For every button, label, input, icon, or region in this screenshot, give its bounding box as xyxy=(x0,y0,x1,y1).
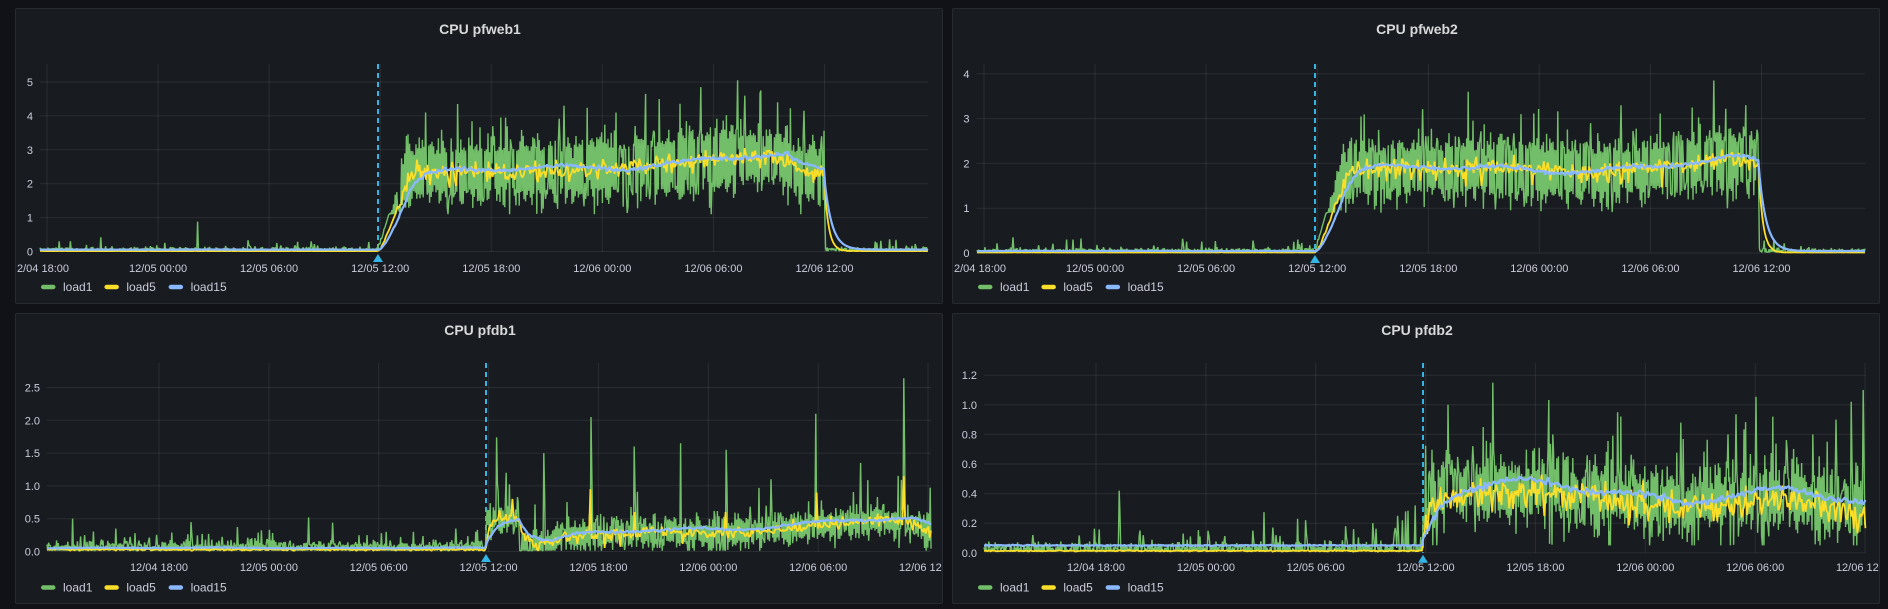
svg-text:load1: load1 xyxy=(1000,280,1030,294)
svg-text:CPU pfdb2: CPU pfdb2 xyxy=(1381,322,1453,338)
svg-text:12/06 00:00: 12/06 00:00 xyxy=(573,263,631,275)
svg-text:0.6: 0.6 xyxy=(962,459,977,471)
svg-text:2: 2 xyxy=(963,158,969,170)
svg-text:12/06 06:00: 12/06 06:00 xyxy=(1726,562,1784,574)
svg-text:12/06 12:00: 12/06 12:00 xyxy=(1836,562,1880,574)
svg-text:1.0: 1.0 xyxy=(962,400,977,412)
svg-text:load15: load15 xyxy=(1128,280,1164,294)
svg-text:0.2: 0.2 xyxy=(962,518,977,530)
svg-text:12/05 06:00: 12/05 06:00 xyxy=(1177,263,1235,275)
svg-text:12/05 12:00: 12/05 12:00 xyxy=(351,263,409,275)
svg-text:12/06 12:00: 12/06 12:00 xyxy=(795,263,853,275)
svg-text:12/05 18:00: 12/05 18:00 xyxy=(1399,263,1457,275)
svg-text:1.5: 1.5 xyxy=(25,448,40,460)
svg-text:0.0: 0.0 xyxy=(962,548,977,560)
svg-text:12/05 06:00: 12/05 06:00 xyxy=(1287,562,1345,574)
svg-text:1: 1 xyxy=(27,213,33,225)
svg-text:12/05 18:00: 12/05 18:00 xyxy=(569,562,627,574)
svg-text:12/06 12:00: 12/06 12:00 xyxy=(899,562,943,574)
svg-text:0.5: 0.5 xyxy=(25,514,40,526)
svg-text:load1: load1 xyxy=(63,581,93,595)
svg-text:12/05 06:00: 12/05 06:00 xyxy=(350,562,408,574)
svg-text:12/05 00:00: 12/05 00:00 xyxy=(1177,562,1235,574)
svg-text:CPU pfweb1: CPU pfweb1 xyxy=(439,21,521,37)
svg-text:2/04 18:00: 2/04 18:00 xyxy=(954,263,1006,275)
svg-text:load15: load15 xyxy=(191,280,227,294)
svg-text:12/05 18:00: 12/05 18:00 xyxy=(1506,562,1564,574)
svg-text:load5: load5 xyxy=(126,581,156,595)
svg-text:3: 3 xyxy=(963,114,969,126)
svg-text:load1: load1 xyxy=(63,280,93,294)
svg-text:12/05 12:00: 12/05 12:00 xyxy=(1397,562,1455,574)
svg-text:12/05 00:00: 12/05 00:00 xyxy=(1066,263,1124,275)
svg-text:12/06 06:00: 12/06 06:00 xyxy=(684,263,742,275)
svg-text:12/05 18:00: 12/05 18:00 xyxy=(462,263,520,275)
svg-text:12/06 00:00: 12/06 00:00 xyxy=(1616,562,1674,574)
svg-text:0.8: 0.8 xyxy=(962,429,977,441)
svg-text:12/06 12:00: 12/06 12:00 xyxy=(1732,263,1790,275)
svg-text:load5: load5 xyxy=(1063,280,1093,294)
svg-text:0: 0 xyxy=(27,247,33,259)
svg-text:12/06 00:00: 12/06 00:00 xyxy=(1510,263,1568,275)
svg-text:1.0: 1.0 xyxy=(25,481,40,493)
svg-text:0.0: 0.0 xyxy=(25,547,40,559)
svg-text:CPU pfweb2: CPU pfweb2 xyxy=(1376,21,1458,37)
svg-text:4: 4 xyxy=(963,69,969,81)
svg-text:12/06 06:00: 12/06 06:00 xyxy=(1621,263,1679,275)
svg-text:12/06 06:00: 12/06 06:00 xyxy=(789,562,847,574)
svg-text:12/05 06:00: 12/05 06:00 xyxy=(240,263,298,275)
svg-text:load1: load1 xyxy=(1000,581,1030,595)
svg-text:3: 3 xyxy=(27,145,33,157)
svg-text:2/04 18:00: 2/04 18:00 xyxy=(17,263,69,275)
svg-text:5: 5 xyxy=(27,77,33,89)
svg-text:12/05 12:00: 12/05 12:00 xyxy=(460,562,518,574)
svg-text:load15: load15 xyxy=(191,581,227,595)
svg-text:2: 2 xyxy=(27,179,33,191)
svg-text:2.5: 2.5 xyxy=(25,383,40,395)
svg-text:load5: load5 xyxy=(126,280,156,294)
svg-text:12/05 00:00: 12/05 00:00 xyxy=(129,263,187,275)
svg-text:CPU pfdb1: CPU pfdb1 xyxy=(444,322,516,338)
svg-text:2.0: 2.0 xyxy=(25,415,40,427)
svg-text:4: 4 xyxy=(27,111,33,123)
svg-text:12/04 18:00: 12/04 18:00 xyxy=(1067,562,1125,574)
svg-text:12/05 12:00: 12/05 12:00 xyxy=(1288,263,1346,275)
svg-text:1: 1 xyxy=(963,203,969,215)
svg-text:1.2: 1.2 xyxy=(962,370,977,382)
svg-text:12/06 00:00: 12/06 00:00 xyxy=(679,562,737,574)
svg-text:12/05 00:00: 12/05 00:00 xyxy=(240,562,298,574)
svg-text:load5: load5 xyxy=(1063,581,1093,595)
svg-text:0.4: 0.4 xyxy=(962,489,977,501)
svg-text:12/04 18:00: 12/04 18:00 xyxy=(130,562,188,574)
svg-text:0: 0 xyxy=(963,248,969,260)
svg-text:load15: load15 xyxy=(1128,581,1164,595)
